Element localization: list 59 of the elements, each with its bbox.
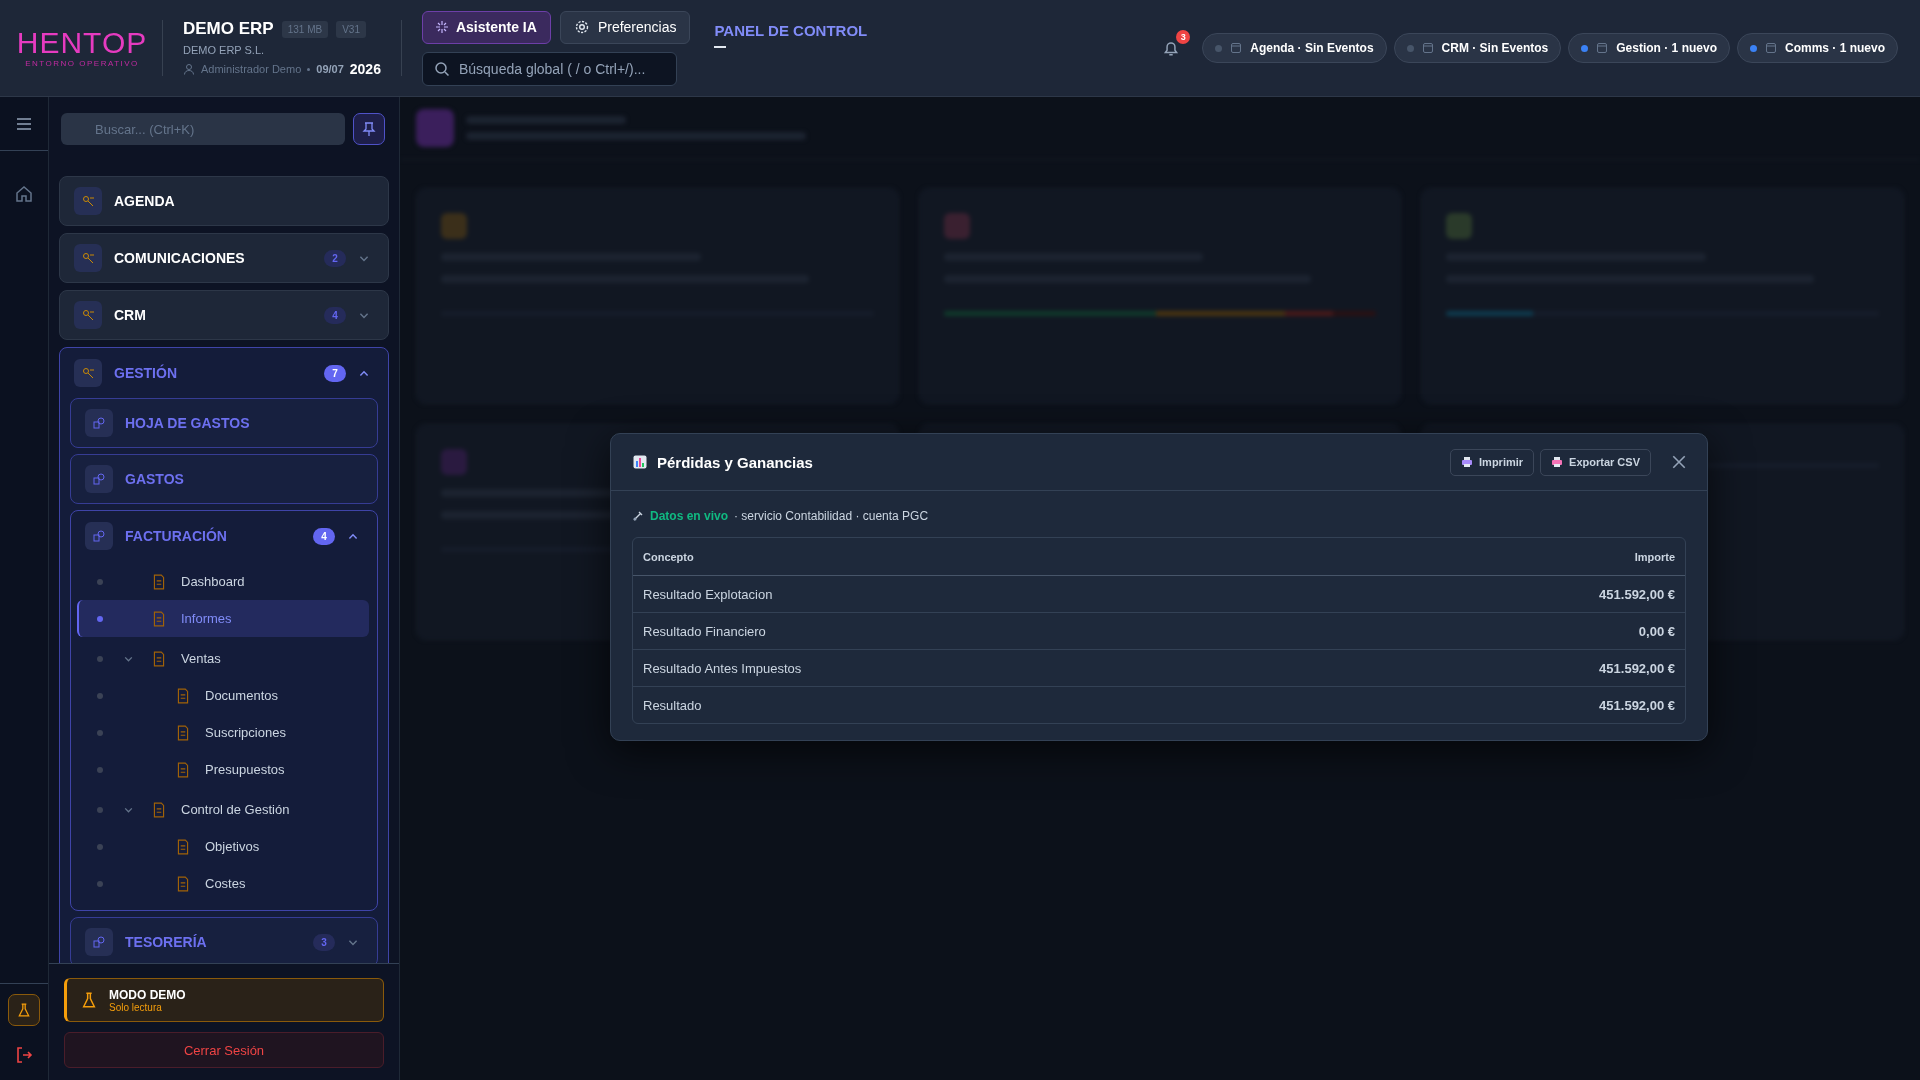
logout-button[interactable]: Cerrar Sesión [64, 1032, 384, 1068]
notification-badge: 3 [1176, 30, 1191, 44]
nav-section[interactable]: GESTIÓN 7 [60, 348, 388, 398]
nav-subsection[interactable]: HOJA DE GASTOS [70, 398, 378, 448]
sidebar-search-field[interactable]: Buscar... (Ctrl+K) [61, 113, 345, 145]
table-cell: Resultado Explotacion [643, 586, 773, 602]
nav-subsection[interactable]: TESORERÍA 3 [70, 917, 378, 963]
table-cell: 451.592,00 € [1599, 586, 1675, 602]
nav-item[interactable]: Ventas [77, 640, 369, 677]
count-badge: 4 [324, 306, 346, 324]
status-chip[interactable]: CRM · Sin Eventos [1393, 33, 1562, 63]
nav-subsection[interactable]: FACTURACIÓN 4 [71, 511, 377, 561]
table-cell: 451.592,00 € [1599, 697, 1675, 713]
assistant-button[interactable]: Asistente IA [421, 10, 551, 44]
nav-item[interactable]: Objetivos [77, 828, 369, 865]
table-cell: Resultado [643, 697, 702, 713]
logo[interactable]: HENTOP [16, 28, 148, 58]
column-header: Importe [1634, 550, 1675, 563]
date: 09/07 [316, 63, 344, 75]
dialog-action-button[interactable]: Imprimir [1450, 448, 1535, 476]
nav-item[interactable]: Documentos [77, 677, 369, 714]
info-badge: V31 [336, 20, 366, 38]
user-name: Administrador Demo [201, 63, 302, 75]
count-badge: 4 [313, 527, 335, 545]
panel-title[interactable]: PANEL DE CONTROL [714, 22, 868, 39]
nav-item[interactable]: Presupuestos [77, 751, 369, 788]
preferences-button[interactable]: Preferencias [559, 10, 691, 44]
nav-item[interactable]: Suscripciones [77, 714, 369, 751]
nav-item[interactable]: Dashboard [77, 563, 369, 600]
data-source-text: · servicio Contabilidad · cuenta PGC [734, 509, 929, 523]
company-name: DEMO ERP [183, 19, 274, 39]
count-badge: 3 [313, 933, 335, 951]
status-chip[interactable]: Gestion · 1 nuevo [1568, 33, 1730, 63]
status-chip[interactable]: Agenda · Sin Eventos [1202, 33, 1387, 63]
year: 2026 [349, 61, 381, 77]
demo-title: MODO DEMO [109, 987, 186, 1002]
logo-tagline: ENTORNO OPERATIVO [25, 59, 139, 68]
table-cell: Resultado Financiero [643, 623, 766, 639]
nav-section[interactable]: COMUNICACIONES 2 [59, 233, 389, 283]
table-cell: Resultado Antes Impuestos [643, 660, 802, 676]
status-chip[interactable]: Comms · 1 nuevo [1736, 33, 1898, 63]
count-badge: 2 [324, 249, 346, 267]
nav-item[interactable]: Control de Gestión [77, 791, 369, 828]
table-cell: 0,00 € [1638, 623, 1675, 639]
nav-item[interactable]: Costes [77, 865, 369, 902]
search-field[interactable]: Búsqueda global ( / o Ctrl+/)... [421, 51, 677, 86]
nav-section[interactable]: CRM 4 [59, 290, 389, 340]
company-legal-name: DEMO ERP S.L. [183, 44, 266, 56]
dialog-title: Pérdidas y Ganancias [657, 453, 813, 471]
nav-subsection[interactable]: GASTOS [70, 454, 378, 504]
table-cell: 451.592,00 € [1599, 660, 1675, 676]
nav-item[interactable]: Informes [77, 600, 369, 637]
dialog-action-button[interactable]: Exportar CSV [1540, 448, 1651, 476]
column-header: Concepto [643, 550, 694, 563]
demo-subtitle: Solo lectura [109, 1001, 163, 1013]
live-data-label: Datos en vivo [650, 509, 729, 523]
count-badge: 7 [324, 364, 346, 382]
nav-section[interactable]: AGENDA [59, 176, 389, 226]
info-badge: 131 MB [281, 20, 329, 38]
